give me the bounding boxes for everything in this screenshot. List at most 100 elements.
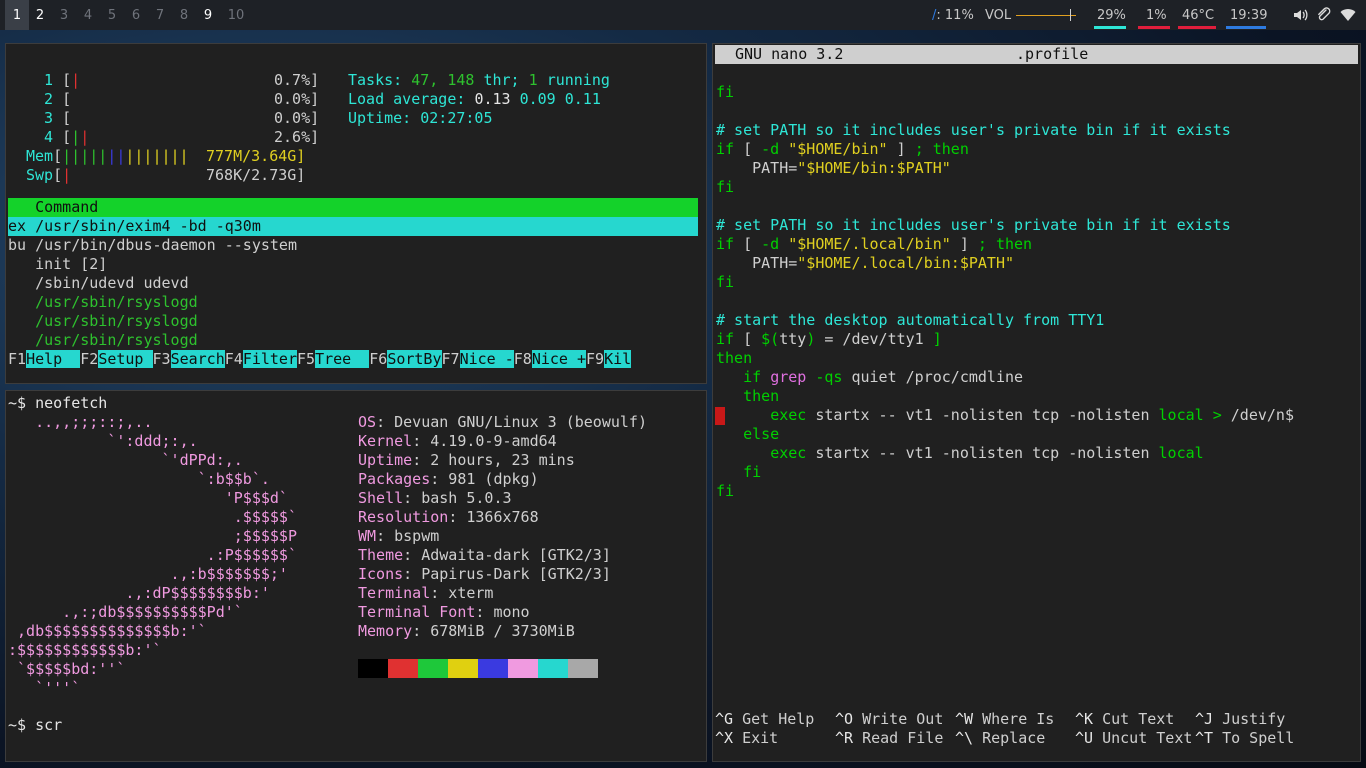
nano-shortcut[interactable]: ^T To Spell bbox=[1195, 729, 1294, 748]
workspace-5[interactable]: 5 bbox=[100, 0, 124, 30]
process-command: /usr/sbin/rsyslogd bbox=[35, 312, 198, 330]
shortcut-label: Uncut Text bbox=[1093, 729, 1193, 747]
workspace-8[interactable]: 8 bbox=[172, 0, 196, 30]
workspace-10[interactable]: 10 bbox=[222, 0, 250, 30]
fkey-f7[interactable]: F7Nice - bbox=[442, 350, 514, 368]
process-row[interactable]: ex /usr/sbin/exim4 -bd -q30m bbox=[8, 217, 698, 236]
fkey-key: F3 bbox=[152, 350, 171, 368]
code-line: # set PATH so it includes user's private… bbox=[716, 216, 1231, 234]
process-user bbox=[8, 255, 35, 273]
mem-bar: | bbox=[179, 147, 189, 165]
mem-bar: | bbox=[98, 147, 108, 165]
process-row[interactable]: bu /usr/bin/dbus-daemon --system bbox=[8, 236, 297, 255]
info-row: Resolution: 1366x768 bbox=[358, 508, 539, 527]
process-user bbox=[8, 331, 35, 349]
htop-terminal[interactable]: 1 [| 0.7%] 2 [0.0%] 3 [0.0%] 4 [|| 2.6%] M… bbox=[5, 43, 707, 384]
info-row: Kernel: 4.19.0-9-amd64 bbox=[358, 432, 557, 451]
process-command: /usr/sbin/exim4 -bd -q30m bbox=[35, 217, 261, 235]
nano-shortcut[interactable]: ^W Where Is bbox=[955, 710, 1054, 729]
fkey-f3[interactable]: F3Search bbox=[153, 350, 225, 368]
shortcut-key: ^X bbox=[715, 729, 734, 747]
info-row: Packages: 981 (dpkg) bbox=[358, 470, 539, 489]
nano-title-bar: GNU nano 3.2 .profile bbox=[715, 45, 1358, 64]
fkey-label: Help bbox=[26, 350, 81, 368]
shortcut-label: To Spell bbox=[1213, 729, 1295, 747]
workspace-1[interactable]: 1 bbox=[5, 0, 29, 30]
temp-underline bbox=[1178, 26, 1216, 29]
workspace-3[interactable]: 3 bbox=[52, 0, 76, 30]
info-row: Terminal Font: mono bbox=[358, 603, 530, 622]
nano-shortcut[interactable]: ^X Exit bbox=[715, 729, 778, 748]
process-header[interactable]: Command bbox=[8, 198, 698, 217]
nano-shortcut[interactable]: ^G Get Help bbox=[715, 710, 814, 729]
workspace-6[interactable]: 6 bbox=[124, 0, 148, 30]
cpu-meter-1: 1 [| 0.7%] bbox=[26, 71, 319, 90]
color-swatch bbox=[418, 659, 448, 678]
fkey-f2[interactable]: F2Setup bbox=[80, 350, 153, 368]
nano-filename: .profile bbox=[1016, 45, 1089, 63]
info-value: Adwaita-dark [GTK2/3] bbox=[412, 546, 611, 564]
nano-shortcut[interactable]: ^K Cut Text bbox=[1075, 710, 1174, 729]
cpu-meter-label: 3 bbox=[26, 109, 63, 127]
process-row[interactable]: /sbin/udevd udevd bbox=[8, 274, 189, 293]
wifi-icon[interactable] bbox=[1340, 7, 1356, 23]
paperclip-icon[interactable] bbox=[1316, 7, 1332, 23]
info-value: 4.19.0-9-amd64 bbox=[421, 432, 557, 450]
process-row[interactable]: /usr/sbin/rsyslogd bbox=[8, 312, 198, 331]
info-key: Terminal Font bbox=[358, 603, 476, 621]
info-value: Devuan GNU/Linux 3 (beowulf) bbox=[385, 413, 647, 431]
code-line: if [ $(tty) = /dev/tty1 ] bbox=[716, 330, 942, 348]
volume-slider-knob[interactable] bbox=[1070, 9, 1071, 21]
ascii-line: .,:b$$$$$$$;' bbox=[8, 565, 288, 583]
fkey-f9[interactable]: F9Kil bbox=[586, 350, 632, 368]
fkey-f4[interactable]: F4Filter bbox=[225, 350, 297, 368]
fkey-f8[interactable]: F8Nice + bbox=[514, 350, 586, 368]
process-user bbox=[8, 293, 35, 311]
ascii-line: .,:;db$$$$$$$$$$Pd'` bbox=[8, 603, 243, 621]
color-swatch bbox=[508, 659, 538, 678]
process-row[interactable]: /usr/sbin/rsyslogd bbox=[8, 331, 198, 350]
fkey-label: Filter bbox=[242, 350, 297, 368]
nano-shortcut[interactable]: ^R Read File bbox=[835, 729, 943, 748]
meter-bracket: [ bbox=[62, 128, 72, 146]
shortcut-label: Cut Text bbox=[1093, 710, 1175, 728]
process-row[interactable]: /usr/sbin/rsyslogd bbox=[8, 293, 198, 312]
info-value: 1366x768 bbox=[457, 508, 539, 526]
volume-icon[interactable] bbox=[1292, 7, 1308, 23]
info-sep: : bbox=[412, 622, 422, 640]
workspace-2[interactable]: 2 bbox=[28, 0, 52, 30]
code-line: then bbox=[716, 349, 753, 367]
ascii-line: ..,,;;;::;,.. bbox=[8, 413, 153, 431]
info-key: Kernel bbox=[358, 432, 413, 450]
fkey-label: Nice + bbox=[531, 350, 586, 368]
ascii-line: .:P$$$$$$` bbox=[8, 546, 297, 564]
volume-slider-track[interactable] bbox=[1016, 15, 1076, 16]
shortcut-key: ^U bbox=[1075, 729, 1094, 747]
code-line: fi bbox=[716, 482, 735, 500]
load-average: Load average: 0.13 0.09 0.11 bbox=[348, 90, 601, 108]
process-row[interactable]: init [2] bbox=[8, 255, 107, 274]
workspace-7[interactable]: 7 bbox=[148, 0, 172, 30]
code-line: fi bbox=[716, 463, 762, 481]
workspace-4[interactable]: 4 bbox=[76, 0, 100, 30]
info-key: Packages bbox=[358, 470, 431, 488]
nano-shortcut[interactable]: ^U Uncut Text bbox=[1075, 729, 1192, 748]
info-row: OS: Devuan GNU/Linux 3 (beowulf) bbox=[358, 413, 647, 432]
mem-underline bbox=[1138, 26, 1170, 29]
fkey-f5[interactable]: F5Tree bbox=[297, 350, 370, 368]
fkey-f1[interactable]: F1Help bbox=[8, 350, 81, 368]
nano-shortcut[interactable]: ^J Justify bbox=[1195, 710, 1285, 729]
fkey-f6[interactable]: F6SortBy bbox=[369, 350, 442, 368]
shell-prompt-current[interactable]: ~$ scr bbox=[8, 716, 62, 735]
shell-prompt-neofetch: ~$ neofetch bbox=[8, 394, 108, 412]
ascii-line: `':ddd;:,. bbox=[8, 432, 198, 450]
nano-shortcut[interactable]: ^\ Replace bbox=[955, 729, 1045, 748]
ascii-line: 'P$$$d` bbox=[8, 489, 288, 507]
htop-function-keys: F1Help F2Setup F3SearchF4FilterF5Tree F6… bbox=[8, 350, 632, 369]
fkey-key: F9 bbox=[586, 350, 605, 368]
cpu-meter-value: 0.0%] bbox=[274, 109, 320, 127]
info-sep: : bbox=[430, 584, 440, 602]
workspace-9[interactable]: 9 bbox=[196, 0, 220, 30]
neofetch-terminal[interactable]: ~$ neofetch ..,,;;;::;,.. `':ddd;:,. `'d… bbox=[5, 390, 707, 762]
nano-shortcut[interactable]: ^O Write Out bbox=[835, 710, 943, 729]
